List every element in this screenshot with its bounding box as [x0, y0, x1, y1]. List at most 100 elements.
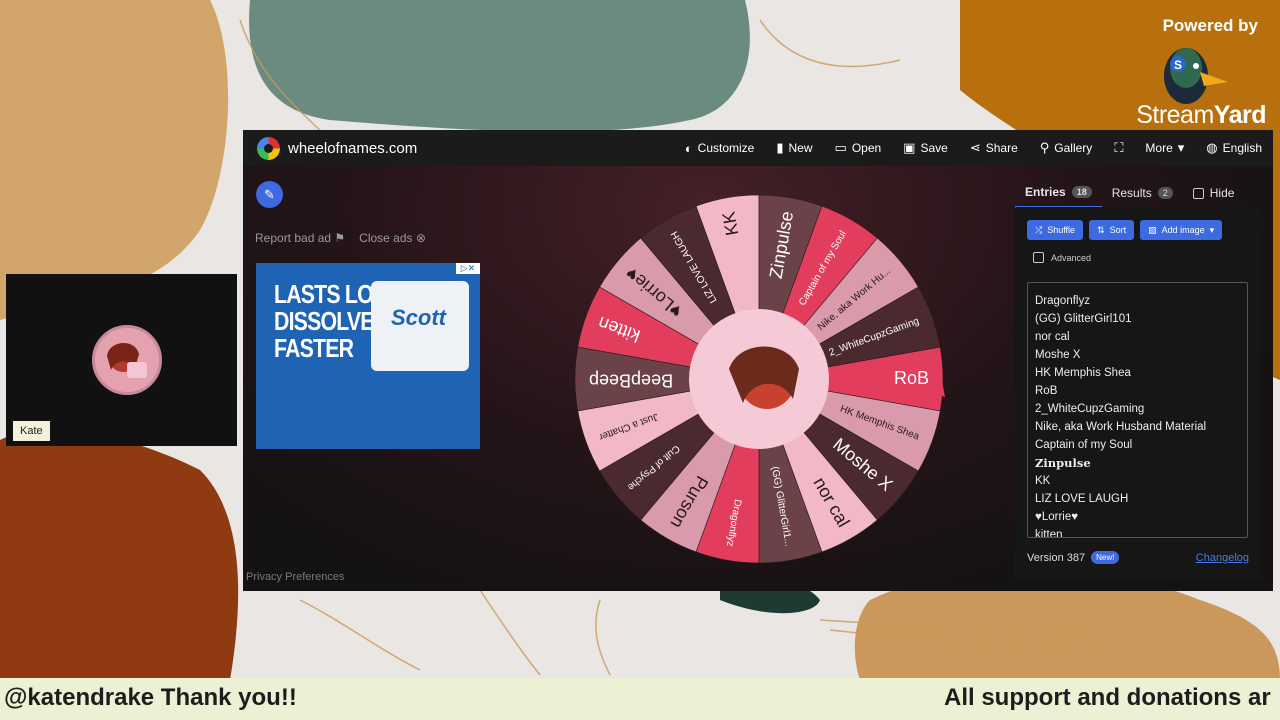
site-name: wheelofnames.com: [288, 139, 418, 157]
ticker-bar: @katendrake Thank you!! All support and …: [0, 678, 1280, 720]
wheelofnames-window: wheelofnames.com ◐ Customize ▮ New ▭ Open ▣…: [243, 130, 1273, 591]
privacy-preferences-link[interactable]: Privacy Preferences: [246, 571, 344, 583]
hide-toggle[interactable]: Hide: [1183, 178, 1245, 208]
site-brand[interactable]: wheelofnames.com: [257, 136, 418, 160]
brand-part1: Stream: [1136, 101, 1214, 129]
new-button[interactable]: ▮ New: [765, 130, 823, 166]
list-item: nor cal: [1035, 331, 1070, 343]
hide-checkbox[interactable]: [1192, 187, 1204, 199]
list-item: KK: [1035, 475, 1051, 487]
list-item: kitten: [1035, 529, 1063, 538]
svg-text:S: S: [1174, 58, 1182, 72]
customize-button[interactable]: ◐ Customize: [674, 130, 766, 166]
wheel-segment-label: BeepBeep: [589, 370, 673, 390]
entries-textarea[interactable]: Dragonflyz (GG) GlitterGirl101 nor cal M…: [1027, 282, 1248, 538]
list-item: Moshe X: [1035, 349, 1081, 361]
open-label: Open: [851, 141, 882, 155]
advanced-toggle[interactable]: Advanced: [1033, 252, 1091, 263]
save-button[interactable]: ▣ Save: [892, 130, 959, 166]
palette-icon: ◐: [684, 140, 693, 156]
changelog-link[interactable]: Changelog: [1196, 552, 1249, 564]
shuffle-label: Shuffle: [1047, 225, 1076, 235]
list-item: (GG) GlitterGirl101: [1035, 313, 1132, 325]
report-ad-link[interactable]: Report bad ad ⚑: [255, 231, 345, 245]
language-label: English: [1222, 141, 1262, 155]
results-count-badge: 2: [1157, 187, 1173, 199]
sort-icon: ⇅: [1097, 224, 1105, 235]
save-label: Save: [920, 141, 948, 155]
tab-entries[interactable]: Entries 18: [1015, 178, 1102, 208]
list-item: ♥Lorrie♥: [1035, 511, 1079, 523]
more-button[interactable]: More ▾: [1134, 130, 1195, 166]
entries-toolbar: ⤮ Shuffle ⇅ Sort ▨ Add image ▾: [1027, 220, 1223, 240]
customize-label: Customize: [697, 141, 755, 155]
name-wheel[interactable]: RoBHK Memphis SheaMoshe Xnor cal(GG) Gli…: [573, 193, 945, 565]
entries-panel: ⤮ Shuffle ⇅ Sort ▨ Add image ▾ Advanced Drag…: [1014, 207, 1261, 580]
version-info: Version 387 New!: [1027, 551, 1120, 564]
sort-button[interactable]: ⇅ Sort: [1089, 220, 1135, 240]
report-ad-label: Report bad ad: [255, 231, 332, 245]
ad-controls: Report bad ad ⚑ Close ads ⊗: [255, 231, 426, 245]
new-label: New: [788, 141, 813, 155]
share-icon: ⋖: [969, 140, 981, 155]
advanced-label: Advanced: [1051, 252, 1092, 263]
participant-name: Kate: [13, 421, 50, 441]
close-ads-link[interactable]: Close ads ⊗: [359, 231, 426, 245]
ad-product-name: Scott: [391, 305, 446, 330]
pencil-icon: ✎: [264, 186, 275, 202]
hide-label: Hide: [1209, 186, 1235, 200]
list-item: HK Memphis Shea: [1035, 367, 1131, 379]
fullscreen-button[interactable]: ⛶: [1103, 130, 1134, 166]
share-button[interactable]: ⋖ Share: [959, 130, 1029, 166]
list-item: Captain of my Soul: [1035, 439, 1133, 451]
list-item: RoB: [1035, 385, 1058, 397]
avatar: [92, 325, 162, 395]
camera-tile: Kate: [6, 274, 237, 446]
list-item: 2_WhiteCupzGaming: [1035, 403, 1145, 415]
close-ads-label: Close ads: [359, 231, 413, 245]
flag-icon: ⚑: [334, 231, 346, 245]
tab-results-label: Results: [1111, 186, 1152, 200]
gallery-button[interactable]: ⚲ Gallery: [1029, 130, 1104, 166]
add-image-label: Add image: [1161, 225, 1205, 235]
ticker-text-left: @katendrake Thank you!!: [4, 684, 297, 711]
edit-pencil-button[interactable]: ✎: [256, 181, 283, 208]
language-button[interactable]: ◍ English: [1195, 130, 1273, 166]
globe-icon: ◍: [1206, 140, 1218, 155]
adchoices-icon[interactable]: ▷✕: [456, 263, 480, 274]
advertisement-banner[interactable]: LASTS LONGER. DISSOLVES FASTER Scott ▷✕: [256, 263, 480, 449]
gallery-label: Gallery: [1054, 141, 1093, 155]
add-image-button[interactable]: ▨ Add image ▾: [1140, 220, 1223, 240]
shuffle-icon: ⤮: [1035, 224, 1043, 235]
image-icon: ▨: [1148, 224, 1157, 235]
folder-icon: ▭: [834, 140, 847, 155]
streamyard-branding: Powered by S StreamYard: [1116, 16, 1266, 132]
tab-results[interactable]: Results 2: [1102, 178, 1183, 208]
chevron-down-icon: ▾: [1209, 224, 1215, 235]
duck-logo-icon: S: [1164, 48, 1228, 104]
wheel-segment-label: RoB: [894, 368, 929, 388]
main-menu: ◐ Customize ▮ New ▭ Open ▣ Save ⋖ Share ⚲ Gall…: [674, 130, 1273, 166]
more-label: More: [1145, 141, 1173, 155]
sort-label: Sort: [1109, 225, 1127, 235]
file-icon: ▮: [776, 140, 784, 155]
entries-count-badge: 18: [1071, 186, 1092, 198]
share-label: Share: [985, 141, 1018, 155]
brand-part2: Yard: [1213, 101, 1267, 129]
panel-tabs: Entries 18 Results 2 Hide: [1015, 178, 1261, 208]
powered-by-label: Powered by: [1162, 16, 1258, 35]
list-item: Nike, aka Work Husband Material: [1035, 421, 1207, 433]
list-item: Zinpulse: [1035, 456, 1091, 470]
fullscreen-icon: ⛶: [1114, 140, 1124, 155]
chevron-down-icon: ▾: [1177, 140, 1185, 155]
advanced-checkbox[interactable]: [1033, 252, 1044, 263]
new-badge: New!: [1091, 551, 1120, 564]
shuffle-button[interactable]: ⤮ Shuffle: [1027, 220, 1084, 240]
list-item: Dragonflyz: [1035, 295, 1090, 307]
wheel-logo-icon: [257, 136, 280, 160]
version-label: Version 387: [1027, 551, 1086, 564]
wheel-segment-label: KK: [718, 210, 742, 237]
open-button[interactable]: ▭ Open: [824, 130, 893, 166]
streamyard-wordmark: StreamYard: [1136, 101, 1266, 130]
avatar-image: [107, 342, 147, 378]
